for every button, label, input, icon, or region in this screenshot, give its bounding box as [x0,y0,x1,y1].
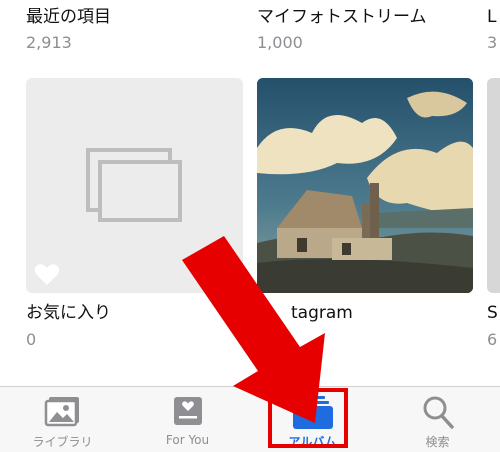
photos-albums-screen: 最近の項目 2,913 マイフォトストリーム 1,000 L 3 お気に入り 0… [0,0,500,452]
album-title-sixth[interactable]: S [487,303,498,323]
album-count-recents: 2,913 [26,33,72,52]
album-count-sixth: 6 [487,330,498,349]
for-you-icon [173,397,202,425]
annotation-highlight-box [268,388,348,448]
tab-library-label: ライブラリ [32,435,93,449]
album-count-favorites: 0 [26,330,37,349]
heart-icon [34,264,60,285]
tab-for-you[interactable]: For You [125,387,250,452]
favorites-album-thumbnail[interactable] [26,78,243,293]
album-title-favorites[interactable]: お気に入り [26,303,111,323]
instagram-album-thumbnail[interactable] [257,78,473,293]
album-title-third[interactable]: L [487,7,496,27]
album-count-third: 3 [487,33,498,52]
tab-search[interactable]: 検索 [375,387,500,452]
photos-icon [44,397,79,427]
album-title-recents[interactable]: 最近の項目 [26,7,111,27]
tab-for-you-label: For You [165,433,210,447]
album-title-my-photo-stream[interactable]: マイフォトストリーム [257,7,427,27]
landscape-photo-image [257,78,473,293]
album-count-my-photo-stream: 1,000 [257,33,303,52]
tab-bar: ライブラリ For You アルバム 検索 [0,386,500,452]
empty-album-placeholder-icon [86,148,182,222]
album-title-instagram[interactable]: tagram [291,303,353,323]
third-album-thumbnail[interactable] [487,78,500,293]
search-icon [423,396,454,429]
tab-library[interactable]: ライブラリ [0,387,125,452]
tab-search-label: 検索 [425,435,450,449]
